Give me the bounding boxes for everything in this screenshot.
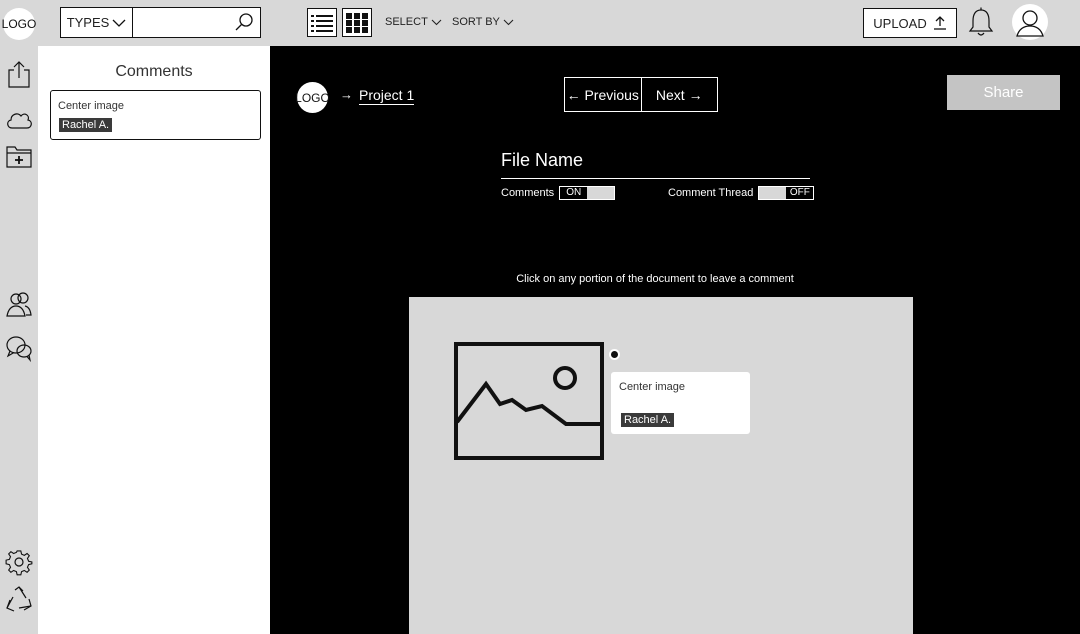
pager: ← Previous Next → — [564, 77, 718, 112]
left-rail — [0, 46, 38, 634]
list-view-icon — [311, 14, 333, 32]
grid-view-icon — [346, 12, 368, 33]
comments-panel: Comments Center image Rachel A. — [38, 46, 270, 634]
sort-by-dropdown[interactable]: SORT BY — [452, 16, 514, 28]
chevron-down-icon — [112, 19, 126, 27]
comments-toggle-track — [587, 187, 615, 199]
upload-arrow-icon — [933, 16, 946, 30]
app-logo[interactable]: LOGO — [2, 8, 36, 40]
sort-by-label: SORT BY — [452, 16, 500, 28]
users-icon[interactable] — [5, 290, 33, 318]
thread-toggle[interactable]: OFF — [758, 186, 815, 200]
types-dropdown[interactable]: TYPES — [61, 8, 133, 37]
recycle-icon[interactable] — [5, 586, 33, 614]
comment-author-tag: Rachel A. — [59, 118, 113, 132]
thread-toggle-track — [759, 187, 787, 199]
image-placeholder-icon[interactable] — [454, 342, 604, 460]
comments-toggle-row: Comments ON — [501, 186, 616, 200]
comment-popup[interactable]: Center image Rachel A. — [611, 372, 750, 434]
popup-comment-text: Center image — [619, 381, 686, 393]
top-bar: LOGO TYPES SELECT SORT BY UPLOAD — [0, 0, 1080, 46]
popup-author-tag: Rachel A. — [621, 413, 675, 427]
comment-pin[interactable] — [609, 349, 620, 360]
cloud-icon[interactable] — [5, 106, 33, 134]
upload-button[interactable]: UPLOAD — [863, 8, 957, 38]
grid-view-button[interactable] — [342, 8, 372, 37]
comments-toggle-label: Comments — [501, 187, 555, 199]
types-search-box: TYPES — [60, 7, 261, 38]
chat-icon[interactable] — [5, 334, 33, 362]
breadcrumb-logo[interactable]: LOGO — [295, 82, 330, 113]
user-avatar-icon — [1016, 10, 1044, 37]
chevron-down-icon — [431, 19, 442, 26]
share-button[interactable]: Share — [947, 75, 1060, 110]
upload-label: UPLOAD — [873, 15, 927, 31]
document-canvas[interactable]: Center image Rachel A. — [409, 297, 913, 634]
search-icon[interactable] — [234, 12, 254, 32]
select-dropdown[interactable]: SELECT — [385, 16, 442, 28]
select-label: SELECT — [385, 16, 428, 28]
bell-icon[interactable] — [968, 7, 994, 37]
file-name-title: File Name — [501, 150, 810, 179]
comment-card[interactable]: Center image Rachel A. — [50, 90, 261, 140]
share-upload-icon[interactable] — [5, 60, 33, 88]
breadcrumb-project-link[interactable]: Project 1 — [359, 87, 415, 105]
previous-button[interactable]: ← Previous — [565, 78, 642, 111]
list-view-button[interactable] — [307, 8, 337, 37]
user-avatar[interactable] — [1012, 4, 1048, 40]
comments-toggle[interactable]: ON — [559, 186, 616, 200]
comment-hint: Click on any portion of the document to … — [516, 273, 794, 285]
thread-toggle-state: OFF — [786, 187, 814, 199]
next-button[interactable]: Next → — [642, 78, 718, 111]
comment-text: Center image — [58, 100, 125, 112]
thread-toggle-row: Comment Thread OFF — [668, 186, 815, 200]
search-input[interactable] — [135, 10, 233, 35]
thread-toggle-label: Comment Thread — [668, 187, 754, 199]
chevron-down-icon — [503, 19, 514, 26]
folder-add-icon[interactable] — [5, 142, 33, 170]
settings-gear-icon[interactable] — [5, 548, 33, 576]
types-label: TYPES — [66, 15, 110, 30]
comments-title: Comments — [115, 63, 193, 80]
document-viewer: LOGO → Project 1 ← Previous Next → Share… — [270, 46, 1080, 634]
comments-toggle-state: ON — [560, 187, 588, 199]
breadcrumb-arrow: → — [340, 87, 353, 102]
